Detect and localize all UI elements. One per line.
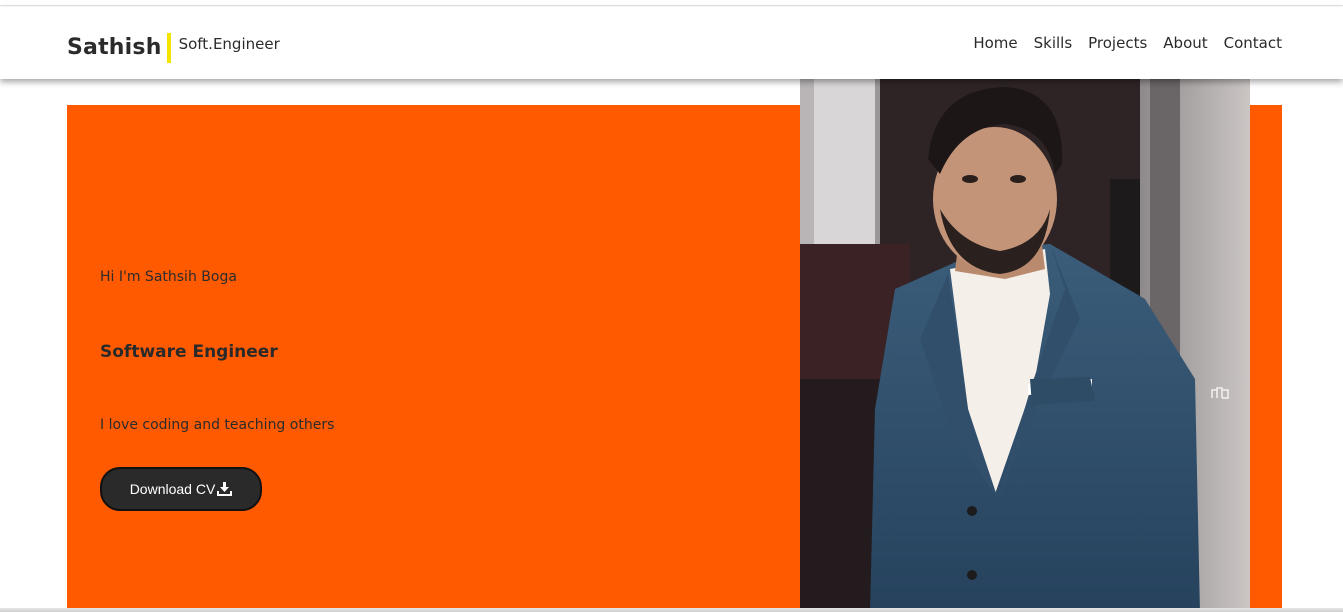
hero-tagline: I love coding and teaching others (100, 417, 335, 433)
watermark-icon (1211, 387, 1229, 399)
bottom-scroll-rule (0, 608, 1343, 612)
hero-role: Software Engineer (100, 342, 278, 362)
download-icon (217, 482, 233, 496)
nav-links: Home Skills Projects About Contact (973, 34, 1282, 52)
profile-photo (800, 79, 1250, 612)
nav-home[interactable]: Home (973, 34, 1017, 52)
nav-contact[interactable]: Contact (1224, 34, 1282, 52)
browser-top-rule (0, 0, 1343, 6)
brand-name: Sathish (67, 34, 162, 60)
brand-divider (166, 33, 171, 63)
brand-subtitle: Soft.Engineer (178, 35, 280, 53)
download-cv-button[interactable]: Download CV (100, 467, 262, 511)
download-cv-label: Download CV (129, 481, 216, 497)
hero-greeting: Hi I'm Sathsih Boga (100, 269, 237, 285)
nav-about[interactable]: About (1163, 34, 1207, 52)
nav-projects[interactable]: Projects (1088, 34, 1147, 52)
navbar: Sathish Soft.Engineer Home Skills Projec… (0, 7, 1343, 79)
brand[interactable]: Sathish Soft.Engineer (67, 31, 280, 63)
nav-skills[interactable]: Skills (1034, 34, 1073, 52)
